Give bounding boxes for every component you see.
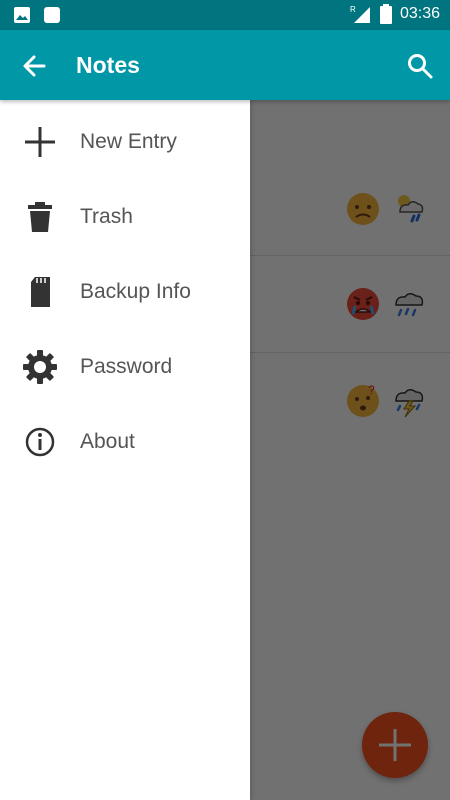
menu-item-about[interactable]: About [0, 404, 250, 479]
page-title: Notes [76, 52, 140, 78]
navigation-drawer: New Entry Trash Backup Info Password Abo… [0, 100, 250, 800]
menu-item-trash[interactable]: Trash [0, 179, 250, 254]
menu-item-label: New Entry [80, 129, 177, 153]
search-icon[interactable] [406, 52, 434, 80]
menu-item-label: About [80, 429, 135, 453]
plus-icon [25, 126, 55, 157]
menu-item-label: Password [80, 354, 173, 378]
menu-item-label: Backup Info [80, 279, 191, 303]
menu-item-backup-info[interactable]: Backup Info [0, 254, 250, 329]
status-bar: R 03:36 [0, 0, 450, 30]
menu-item-new-entry[interactable]: New Entry [0, 104, 250, 179]
svg-text:R: R [350, 5, 356, 14]
menu-item-password[interactable]: Password [0, 329, 250, 404]
arrow-left-icon[interactable] [20, 52, 48, 80]
sd-card-icon [31, 276, 50, 307]
clock: 03:36 [399, 5, 440, 22]
gear-icon [23, 349, 57, 384]
battery-icon [379, 4, 392, 24]
square-notification-icon [44, 7, 60, 23]
image-icon [14, 7, 30, 23]
app-bar: Notes [0, 30, 450, 100]
trash-icon [28, 201, 52, 232]
menu-item-label: Trash [80, 204, 133, 228]
signal-icon: R [350, 5, 370, 23]
info-icon [25, 427, 55, 456]
